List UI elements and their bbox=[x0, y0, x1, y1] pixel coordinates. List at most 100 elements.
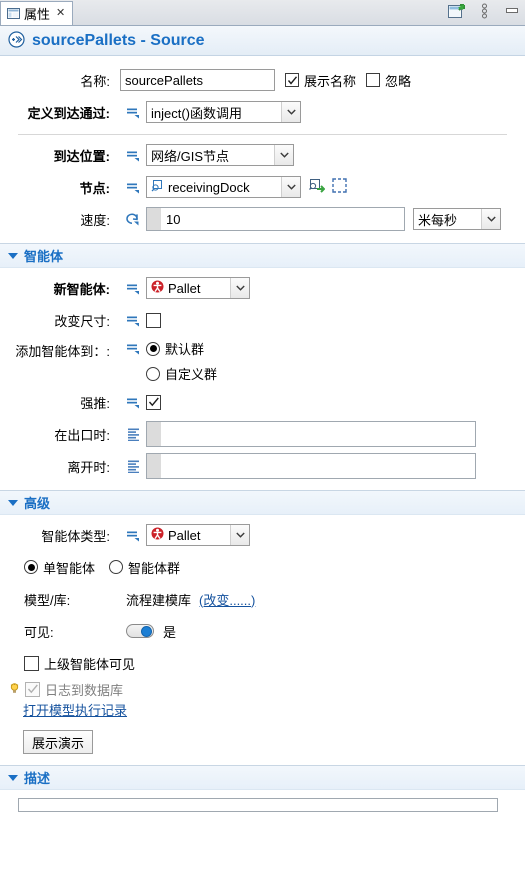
show-name-check-box bbox=[285, 73, 299, 87]
field-gutter bbox=[147, 454, 161, 478]
code-icon[interactable] bbox=[120, 460, 146, 473]
arrivals-defined-by-dropdown[interactable]: inject()函数调用 bbox=[146, 101, 301, 123]
section-agent-title: 智能体 bbox=[24, 249, 64, 264]
agent-type-label: 智能体类型: bbox=[41, 528, 110, 544]
go-to-icon[interactable] bbox=[308, 178, 326, 197]
visible-on-upper-check-box bbox=[24, 655, 39, 671]
arrival-location-dropdown[interactable]: 网络/GIS节点 bbox=[146, 144, 294, 166]
on-exit-label: 在出口时: bbox=[54, 427, 110, 443]
dynamic-value-icon[interactable] bbox=[120, 313, 146, 327]
section-advanced: 高级 智能体类型: Pallet 单智能体 智能体群 模型/库: 流程建模库 (… bbox=[0, 490, 525, 758]
ignore-checkbox[interactable]: 忽略 bbox=[366, 71, 411, 90]
chevron-down-icon bbox=[274, 145, 293, 165]
radio-default-population-label: 默认群 bbox=[165, 342, 205, 357]
main-properties-form: 名称: 展示名称 忽略 定义到达通过: bbox=[0, 64, 525, 235]
chevron-down-icon bbox=[230, 525, 249, 545]
page-title: sourcePallets - Source bbox=[32, 31, 205, 49]
dynamic-value-icon[interactable] bbox=[120, 148, 146, 162]
row-arrival-location: 到达位置: 网络/GIS节点 bbox=[0, 139, 525, 171]
new-window-icon[interactable] bbox=[447, 2, 465, 20]
dynamic-value-icon[interactable] bbox=[120, 281, 146, 295]
radio-single-agent-button bbox=[24, 560, 38, 574]
tab-label: 属性 bbox=[24, 7, 51, 22]
row-show-presentation: 展示演示 bbox=[0, 722, 525, 758]
section-advanced-header[interactable]: 高级 bbox=[0, 491, 525, 515]
node-value: receivingDock bbox=[168, 179, 250, 195]
dynamic-value-icon[interactable] bbox=[120, 105, 146, 119]
radio-single-agent[interactable]: 单智能体 bbox=[24, 558, 95, 577]
row-speed: 速度: 10 米每秒 bbox=[0, 203, 525, 235]
node-marker-icon bbox=[151, 179, 164, 195]
visible-on-upper-checkbox[interactable]: 上级智能体可见 bbox=[24, 654, 135, 673]
view-menu-icon[interactable] bbox=[475, 2, 493, 20]
row-new-agent: 新智能体: Pallet bbox=[0, 272, 525, 304]
dynamic-value-icon[interactable] bbox=[120, 395, 146, 409]
change-library-link[interactable]: (改变......) bbox=[199, 590, 255, 609]
on-at-exit-code-field[interactable] bbox=[146, 453, 476, 479]
chevron-down-icon bbox=[8, 252, 18, 259]
show-name-checkbox[interactable]: 展示名称 bbox=[285, 71, 356, 90]
panel-titlebar: sourcePallets - Source bbox=[0, 26, 525, 56]
toggle-knob bbox=[141, 625, 152, 637]
arrival-location-value: 网络/GIS节点 bbox=[151, 148, 230, 164]
name-input[interactable] bbox=[120, 69, 275, 91]
row-on-at-exit: 离开时: bbox=[0, 450, 525, 482]
dynamic-value-icon[interactable] bbox=[120, 528, 146, 542]
row-on-exit: 在出口时: bbox=[0, 418, 525, 450]
section-description-header[interactable]: 描述 bbox=[0, 766, 525, 790]
view-toolbar bbox=[447, 2, 521, 20]
tab-properties[interactable]: 属性 ✕ bbox=[0, 1, 74, 25]
row-scope: 单智能体 智能体群 bbox=[0, 551, 525, 583]
visible-toggle[interactable] bbox=[126, 624, 154, 638]
speed-unit-dropdown[interactable]: 米每秒 bbox=[413, 208, 501, 230]
field-gutter bbox=[147, 208, 161, 230]
radio-custom-population-label: 自定义群 bbox=[165, 367, 218, 382]
field-gutter bbox=[147, 422, 161, 446]
speed-value: 10 bbox=[166, 211, 181, 227]
dynamic-value-icon[interactable] bbox=[120, 180, 146, 194]
dynamic-value-icon[interactable] bbox=[120, 339, 146, 355]
row-add-agents-to: 添加智能体到：: 默认群 自定义群 bbox=[0, 336, 525, 386]
row-visible: 可见: 是 bbox=[0, 615, 525, 647]
new-agent-dropdown[interactable]: Pallet bbox=[146, 277, 250, 299]
add-agents-to-label: 添加智能体到：: bbox=[15, 344, 110, 359]
description-input[interactable] bbox=[18, 798, 498, 812]
code-icon[interactable] bbox=[120, 428, 146, 441]
agent-type-dropdown[interactable]: Pallet bbox=[146, 524, 250, 546]
description-field-wrap bbox=[0, 790, 525, 812]
log-to-database-check-box bbox=[25, 681, 40, 697]
row-open-log-link: 打开模型执行记录 bbox=[0, 699, 525, 722]
speed-label: 速度: bbox=[80, 212, 110, 228]
new-agent-label: 新智能体: bbox=[53, 281, 110, 297]
change-dimensions-checkbox[interactable] bbox=[146, 312, 161, 328]
row-change-dimensions: 改变尺寸: bbox=[0, 304, 525, 336]
chevron-down-icon bbox=[281, 177, 300, 197]
open-model-execution-log-link[interactable]: 打开模型执行记录 bbox=[23, 700, 127, 719]
row-arrivals-defined-by: 定义到达通过: inject()函数调用 bbox=[0, 96, 525, 128]
agent-type-value: Pallet bbox=[168, 527, 201, 543]
arrival-location-label: 到达位置: bbox=[53, 148, 110, 164]
row-model-library: 模型/库: 流程建模库 (改变......) bbox=[0, 583, 525, 615]
row-agent-type: 智能体类型: Pallet bbox=[0, 519, 525, 551]
select-on-canvas-icon[interactable] bbox=[332, 178, 347, 196]
tab-close-icon[interactable]: ✕ bbox=[54, 8, 65, 19]
row-log-to-database: 日志到数据库 bbox=[0, 679, 525, 699]
show-presentation-button[interactable]: 展示演示 bbox=[23, 730, 94, 754]
on-exit-code-field[interactable] bbox=[146, 421, 476, 447]
chevron-down-icon bbox=[8, 774, 18, 781]
reset-icon[interactable] bbox=[120, 212, 146, 226]
node-dropdown[interactable]: receivingDock bbox=[146, 176, 301, 198]
radio-agent-population[interactable]: 智能体群 bbox=[109, 558, 180, 577]
radio-default-population[interactable]: 默认群 bbox=[146, 339, 217, 358]
change-dimensions-label: 改变尺寸: bbox=[54, 313, 110, 329]
model-library-value: 流程建模库 bbox=[126, 592, 192, 608]
push-protocol-checkbox[interactable] bbox=[146, 394, 161, 410]
speed-input[interactable]: 10 bbox=[146, 207, 405, 231]
row-name: 名称: 展示名称 忽略 bbox=[0, 64, 525, 96]
visible-on-upper-label: 上级智能体可见 bbox=[44, 656, 136, 672]
chevron-down-icon bbox=[8, 499, 18, 506]
node-label: 节点: bbox=[79, 180, 110, 196]
minimize-icon[interactable] bbox=[503, 2, 521, 20]
radio-custom-population[interactable]: 自定义群 bbox=[146, 364, 217, 383]
section-agent-header[interactable]: 智能体 bbox=[0, 244, 525, 268]
